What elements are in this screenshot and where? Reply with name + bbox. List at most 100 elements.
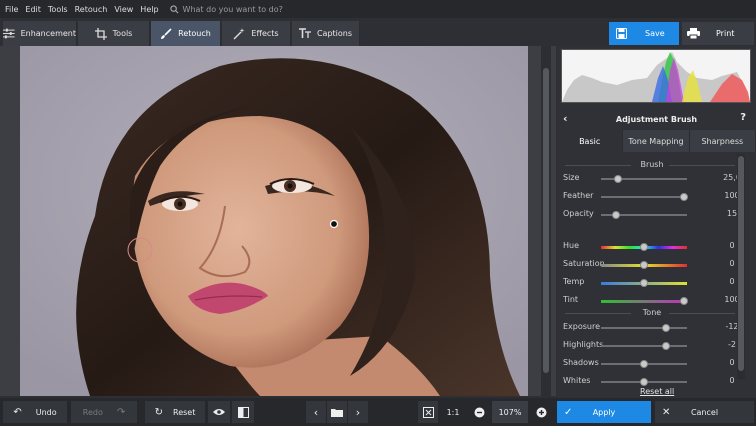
tint-slider[interactable] [601, 297, 689, 305]
tab-effects[interactable]: Effects [222, 21, 291, 46]
saturation-label: Saturation [563, 259, 605, 268]
image-canvas[interactable] [0, 46, 556, 396]
whites-label: Whites [563, 376, 591, 385]
temp-slider-handle[interactable] [640, 279, 648, 287]
size-label: Size [563, 173, 580, 182]
temp-slider[interactable] [601, 279, 687, 287]
menu-tools[interactable]: Tools [48, 5, 68, 14]
highlights-slider-handle[interactable] [661, 342, 670, 350]
reset-button[interactable]: ↻ Reset [145, 401, 205, 423]
fit-screen-icon [422, 406, 434, 418]
menu-file[interactable]: File [5, 5, 18, 14]
compare-button[interactable] [232, 401, 254, 423]
whites-slider[interactable] [601, 378, 687, 386]
print-label: Print [716, 29, 735, 38]
adjustment-panel: ‹ Adjustment Brush ? Basic Tone Mapping … [557, 46, 756, 398]
help-icon[interactable]: ? [740, 112, 746, 123]
redo-button[interactable]: Redo ↷ [71, 401, 137, 423]
preview-eye-button[interactable] [208, 401, 230, 423]
subtab-basic[interactable]: Basic [557, 130, 624, 152]
close-icon: ✕ [662, 406, 671, 418]
tint-label: Tint [563, 295, 579, 304]
sliders-icon [3, 28, 15, 39]
zoom-level[interactable]: 107% [492, 401, 528, 423]
menu-edit[interactable]: Edit [25, 5, 41, 14]
brush-section-label: Brush [640, 160, 664, 169]
chevron-left-icon: ‹ [313, 405, 319, 419]
shadows-slider[interactable] [601, 360, 687, 368]
zoom-in-button[interactable] [532, 401, 550, 423]
cancel-button[interactable]: ✕ Cancel [655, 401, 754, 423]
size-slider-row: Size 25,0 [557, 173, 747, 185]
reset-icon: ↻ [154, 406, 164, 418]
tab-retouch[interactable]: Retouch [151, 21, 221, 46]
subtab-tone-mapping[interactable]: Tone Mapping [623, 130, 690, 152]
tab-enhancement-label: Enhancement [20, 29, 76, 38]
checkmark-icon: ✓ [564, 406, 573, 418]
menu-bar: File Edit Tools Retouch View Help What d… [0, 0, 756, 18]
open-folder-button[interactable] [327, 401, 347, 423]
menu-view[interactable]: View [114, 5, 133, 14]
subtab-sharpness[interactable]: Sharpness [689, 130, 756, 152]
apply-button[interactable]: ✓ Apply [557, 401, 651, 423]
hue-label: Hue [563, 241, 580, 250]
panel-subtabs: Basic Tone Mapping Sharpness [557, 130, 756, 152]
shadows-label: Shadows [563, 358, 599, 367]
zoom-out-button[interactable] [470, 401, 488, 423]
hue-slider-row: Hue 0 [557, 241, 747, 253]
feather-label: Feather [563, 191, 594, 200]
portrait-photo[interactable] [20, 46, 528, 396]
zoom-in-icon [536, 407, 546, 417]
tab-enhancement[interactable]: Enhancement [3, 21, 77, 46]
panel-scrollbar-thumb[interactable] [738, 156, 744, 371]
next-image-button[interactable]: › [348, 401, 368, 423]
exposure-slider[interactable] [601, 324, 687, 332]
feather-slider-handle[interactable] [680, 193, 689, 201]
saturation-slider[interactable] [601, 261, 687, 269]
tab-tools[interactable]: Tools [78, 21, 150, 46]
reset-all-link[interactable]: Reset all [640, 387, 674, 396]
exposure-slider-handle[interactable] [661, 324, 670, 332]
size-slider-handle[interactable] [614, 175, 623, 183]
search-box[interactable]: What do you want to do? [169, 4, 283, 14]
size-slider[interactable] [601, 175, 687, 183]
tab-captions-label: Captions [316, 29, 353, 38]
back-arrow-icon[interactable]: ‹ [563, 112, 568, 125]
highlights-slider[interactable] [601, 342, 687, 350]
feather-slider-row: Feather 100 [557, 191, 747, 203]
saturation-slider-handle[interactable] [640, 261, 648, 269]
tab-retouch-label: Retouch [178, 29, 211, 38]
tint-slider-row: Tint 100 [557, 295, 747, 307]
hue-slider-handle[interactable] [640, 243, 648, 251]
reset-label: Reset [173, 407, 196, 417]
menu-retouch[interactable]: Retouch [75, 5, 108, 14]
canvas-scrollbar-thumb[interactable] [543, 68, 549, 373]
fit-to-screen-button[interactable] [418, 401, 438, 423]
redo-label: Redo [82, 407, 103, 417]
brush-icon [161, 27, 172, 39]
feather-slider[interactable] [601, 193, 689, 201]
whites-slider-handle[interactable] [640, 378, 648, 386]
shadows-slider-handle[interactable] [640, 360, 648, 368]
panel-scrollbar[interactable] [737, 154, 745, 379]
menu-help[interactable]: Help [140, 5, 158, 14]
highlights-slider-row: Highlights -2 [557, 340, 747, 352]
photo-editor-window: File Edit Tools Retouch View Help What d… [0, 0, 756, 426]
temp-slider-row: Temp 0 [557, 277, 747, 289]
opacity-slider[interactable] [601, 211, 687, 219]
search-icon [169, 4, 179, 13]
text-icon [298, 28, 311, 38]
opacity-slider-handle[interactable] [612, 211, 621, 219]
canvas-vertical-scrollbar[interactable] [541, 46, 551, 396]
hue-slider[interactable] [601, 243, 687, 251]
redo-icon: ↷ [116, 406, 126, 418]
saturation-slider-row: Saturation 0 [557, 259, 747, 271]
undo-button[interactable]: ↶ Undo [3, 401, 67, 423]
print-button[interactable]: Print [682, 22, 754, 45]
actual-size-button[interactable]: 1:1 [442, 401, 464, 423]
tab-captions[interactable]: Captions [292, 21, 360, 46]
apply-label: Apply [592, 407, 616, 417]
previous-image-button[interactable]: ‹ [306, 401, 326, 423]
save-button[interactable]: Save [609, 22, 679, 45]
tint-slider-handle[interactable] [680, 297, 689, 305]
